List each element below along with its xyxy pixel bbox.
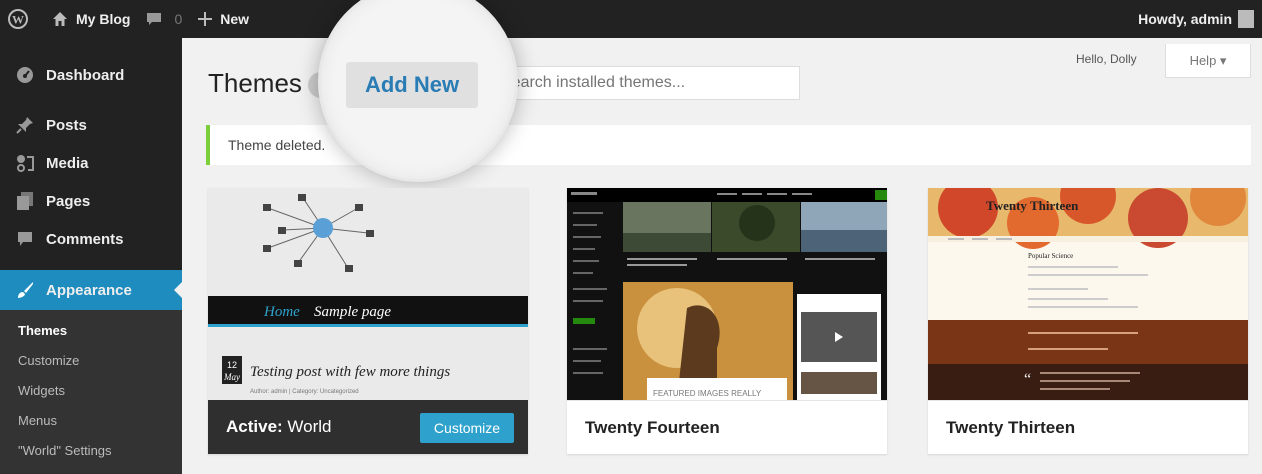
pages-icon [14,192,36,210]
help-tab-button[interactable]: Help ▾ [1165,44,1251,78]
world-date-day: 12 [227,360,237,370]
avatar [1238,10,1254,28]
theme-name-twenty-thirteen: Twenty Thirteen [928,400,1248,454]
active-prefix: Active: [226,417,283,436]
comments-link[interactable]: 0 [138,0,190,38]
submenu-menus[interactable]: Menus [0,406,182,436]
active-theme-label: Active: World [226,400,332,454]
menu-label-posts: Posts [46,116,87,134]
howdy-greeting: Howdy, admin [1138,11,1232,27]
appearance-icon [14,281,36,299]
menu-item-posts[interactable]: Posts [0,106,182,144]
pin-icon [14,116,36,134]
active-theme-name: World [287,417,332,436]
active-theme-bar: Active: World Customize [208,400,528,454]
thirteen-header-title: Twenty Thirteen [986,198,1079,213]
theme-name-twenty-fourteen: Twenty Fourteen [567,400,887,454]
submenu-themes[interactable]: Themes [0,316,182,346]
world-author-line: Author: admin | Category: Uncategorized [250,389,359,395]
submenu-world-settings[interactable]: "World" Settings [0,436,182,466]
menu-label-dashboard: Dashboard [46,66,125,84]
wordpress-icon: W [8,9,28,29]
world-nav-sample-page: Sample page [314,304,391,320]
menu-item-dashboard[interactable]: Dashboard [0,56,182,94]
fourteen-featured-label: FEATURED IMAGES REALLY [653,389,762,398]
theme-screenshot-world: Home Sample page 12 May Testing post wit… [208,188,528,400]
menu-label-pages: Pages [46,192,91,210]
admin-bar: W My Blog 0 New Howdy, admin [0,0,1262,38]
admin-sidebar: Dashboard Posts Media Pages Comments App… [0,38,182,474]
appearance-submenu: Themes Customize Widgets Menus "World" S… [0,310,182,474]
site-name-link[interactable]: My Blog [44,0,138,38]
menu-label-appearance: Appearance [46,281,132,299]
hello-dolly-text: Hello, Dolly [1076,52,1137,66]
menu-item-comments[interactable]: Comments [0,220,182,258]
page-title: Themes [208,68,302,98]
media-icon [14,154,36,172]
search-input[interactable] [490,66,800,100]
world-post-title: Testing post with few more things [250,364,450,380]
menu-item-pages[interactable]: Pages [0,182,182,220]
svg-text:“: “ [1024,371,1031,388]
theme-screenshot-twenty-thirteen: Twenty Thirteen Popular Science “ [928,188,1248,400]
thirteen-post-title: Popular Science [1028,252,1073,260]
account-menu[interactable]: Howdy, admin [1130,0,1262,38]
site-name: My Blog [76,11,131,27]
menu-label-comments: Comments [46,230,124,248]
dashboard-icon [14,66,36,84]
svg-text:W: W [12,13,24,27]
theme-screenshot-twenty-fourteen: FEATURED IMAGES REALLY [567,188,887,400]
menu-label-media: Media [46,154,89,172]
notice-text: Theme deleted. [228,137,326,153]
comment-bubble-icon [147,13,162,25]
theme-card-twenty-fourteen[interactable]: FEATURED IMAGES REALLY Twenty Fourteen [567,188,887,454]
customize-button[interactable]: Customize [420,413,514,443]
comments-count: 0 [174,11,183,27]
comments-icon [14,231,36,247]
world-nav-home: Home [263,304,300,320]
submenu-widgets[interactable]: Widgets [0,376,182,406]
submenu-customize[interactable]: Customize [0,346,182,376]
menu-item-media[interactable]: Media [0,144,182,182]
theme-card-twenty-thirteen[interactable]: Twenty Thirteen Popular Science “ Twenty… [928,188,1248,454]
plus-icon [198,12,213,26]
menu-item-appearance[interactable]: Appearance [0,270,182,310]
home-icon [53,12,67,26]
theme-card-world[interactable]: Home Sample page 12 May Testing post wit… [208,188,528,454]
add-new-button[interactable]: Add New [346,62,478,108]
wordpress-logo-button[interactable]: W [0,0,44,38]
new-label: New [220,11,250,27]
new-content-link[interactable]: New [190,0,257,38]
world-date-month: May [223,372,240,382]
